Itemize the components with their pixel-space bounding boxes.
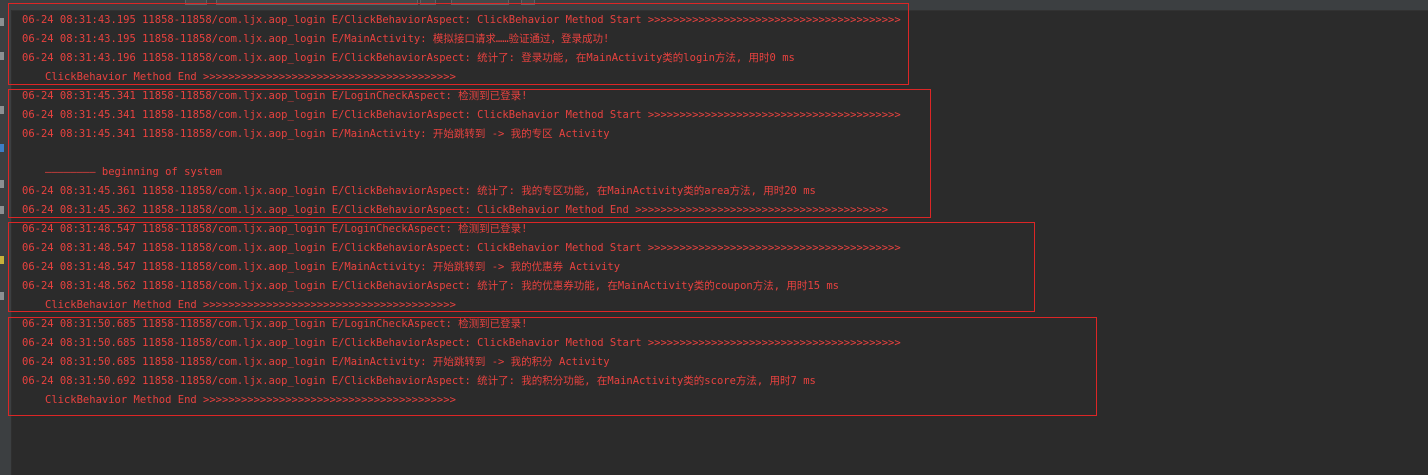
tool-icon[interactable] <box>0 206 4 214</box>
tool-icon[interactable] <box>0 52 4 60</box>
tool-icon[interactable] <box>0 144 4 152</box>
tool-icon[interactable] <box>0 292 4 300</box>
tool-icon[interactable] <box>0 180 4 188</box>
tool-icon[interactable] <box>0 256 4 264</box>
highlight-box-area <box>8 89 931 218</box>
tool-icon[interactable] <box>0 106 4 114</box>
highlight-box-score <box>8 317 1097 416</box>
highlight-box-coupon <box>8 222 1035 312</box>
tool-icon[interactable] <box>0 18 4 26</box>
highlight-box-login <box>8 3 909 85</box>
